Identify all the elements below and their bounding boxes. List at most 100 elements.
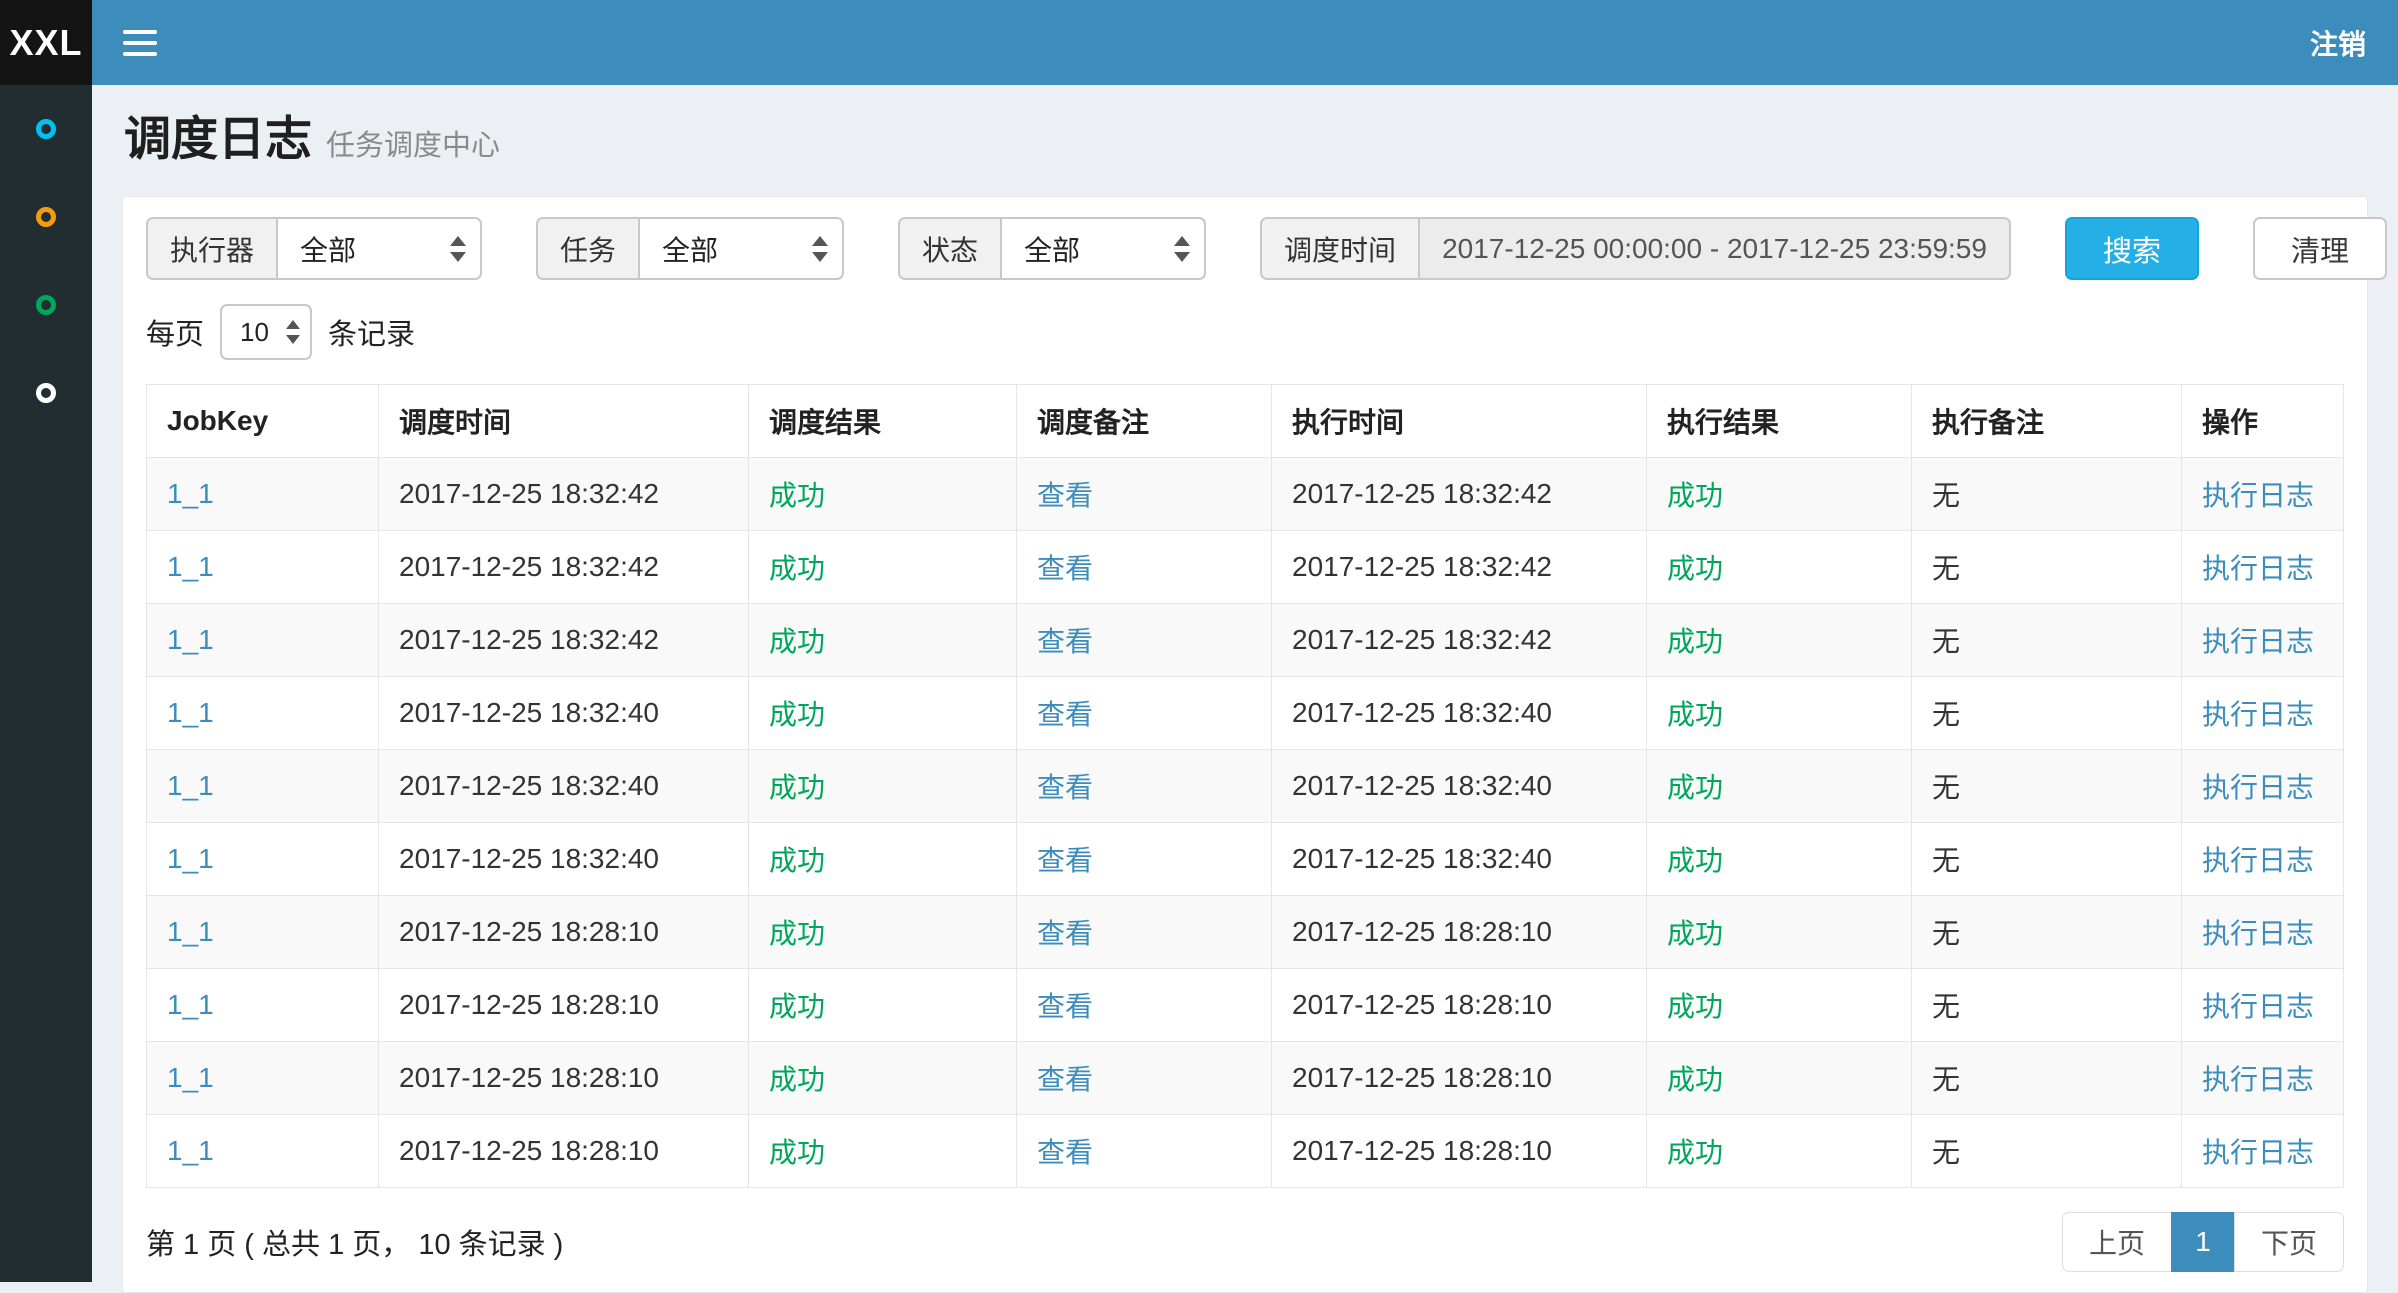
table-cell: 执行日志 bbox=[2182, 1115, 2344, 1188]
handle-time: 2017-12-25 18:32:42 bbox=[1292, 624, 1552, 655]
view-trigger-msg-link[interactable]: 查看 bbox=[1037, 699, 1093, 730]
table-cell: 执行日志 bbox=[2182, 750, 2344, 823]
exec-log-link[interactable]: 执行日志 bbox=[2202, 553, 2314, 584]
trigger-time: 2017-12-25 18:32:40 bbox=[399, 843, 659, 874]
trigger-time: 2017-12-25 18:32:42 bbox=[399, 478, 659, 509]
sidebar-item-1[interactable] bbox=[0, 85, 92, 173]
page-1-button[interactable]: 1 bbox=[2171, 1212, 2235, 1272]
column-header-handle-time: 执行时间 bbox=[1272, 385, 1647, 458]
filter-job-value: 全部 bbox=[662, 229, 718, 269]
table-cell: 成功 bbox=[749, 531, 1017, 604]
handle-msg: 无 bbox=[1932, 699, 1960, 730]
jobkey-link[interactable]: 1_1 bbox=[167, 770, 214, 801]
table-row: 1_12017-12-25 18:32:40成功查看2017-12-25 18:… bbox=[147, 823, 2344, 896]
jobkey-link[interactable]: 1_1 bbox=[167, 478, 214, 509]
jobkey-link[interactable]: 1_1 bbox=[167, 1062, 214, 1093]
filter-status: 状态 全部 bbox=[898, 217, 1206, 280]
prev-page-button[interactable]: 上页 bbox=[2062, 1212, 2172, 1272]
column-header-trigger-result: 调度结果 bbox=[749, 385, 1017, 458]
jobkey-link[interactable]: 1_1 bbox=[167, 989, 214, 1020]
table-row: 1_12017-12-25 18:28:10成功查看2017-12-25 18:… bbox=[147, 1115, 2344, 1188]
table-cell: 查看 bbox=[1017, 969, 1272, 1042]
view-trigger-msg-link[interactable]: 查看 bbox=[1037, 1064, 1093, 1095]
exec-log-link[interactable]: 执行日志 bbox=[2202, 845, 2314, 876]
view-trigger-msg-link[interactable]: 查看 bbox=[1037, 553, 1093, 584]
table-cell: 成功 bbox=[1647, 1042, 1912, 1115]
sidebar-item-4[interactable] bbox=[0, 349, 92, 437]
filter-executor-select[interactable]: 全部 bbox=[276, 217, 482, 280]
handle-msg: 无 bbox=[1932, 480, 1960, 511]
clear-button[interactable]: 清理 bbox=[2253, 217, 2387, 280]
filter-trigger-time-label: 调度时间 bbox=[1260, 217, 1418, 280]
table-cell: 成功 bbox=[749, 896, 1017, 969]
handle-result: 成功 bbox=[1667, 1064, 1723, 1095]
filter-status-label: 状态 bbox=[898, 217, 1000, 280]
page-title: 调度日志 任务调度中心 bbox=[124, 111, 2366, 174]
table-cell: 2017-12-25 18:32:40 bbox=[379, 750, 749, 823]
exec-log-link[interactable]: 执行日志 bbox=[2202, 772, 2314, 803]
filter-status-select[interactable]: 全部 bbox=[1000, 217, 1206, 280]
trigger-result: 成功 bbox=[769, 1064, 825, 1095]
filter-status-value: 全部 bbox=[1024, 229, 1080, 269]
table-cell: 2017-12-25 18:28:10 bbox=[1272, 1115, 1647, 1188]
table-cell: 无 bbox=[1912, 677, 2182, 750]
table-cell: 2017-12-25 18:32:40 bbox=[1272, 677, 1647, 750]
table-row: 1_12017-12-25 18:28:10成功查看2017-12-25 18:… bbox=[147, 1042, 2344, 1115]
exec-log-link[interactable]: 执行日志 bbox=[2202, 626, 2314, 657]
sidebar-menu bbox=[0, 85, 92, 437]
filter-job-select[interactable]: 全部 bbox=[638, 217, 844, 280]
exec-log-link[interactable]: 执行日志 bbox=[2202, 480, 2314, 511]
sidebar-item-3[interactable] bbox=[0, 261, 92, 349]
exec-log-link[interactable]: 执行日志 bbox=[2202, 918, 2314, 949]
table-cell: 2017-12-25 18:28:10 bbox=[1272, 896, 1647, 969]
view-trigger-msg-link[interactable]: 查看 bbox=[1037, 918, 1093, 949]
view-trigger-msg-link[interactable]: 查看 bbox=[1037, 991, 1093, 1022]
filter-executor-value: 全部 bbox=[300, 229, 356, 269]
view-trigger-msg-link[interactable]: 查看 bbox=[1037, 626, 1093, 657]
jobkey-link[interactable]: 1_1 bbox=[167, 1135, 214, 1166]
select-stepper-icon bbox=[812, 236, 828, 262]
app-logo-text: XXL bbox=[9, 22, 82, 64]
jobkey-link[interactable]: 1_1 bbox=[167, 551, 214, 582]
exec-log-link[interactable]: 执行日志 bbox=[2202, 699, 2314, 730]
table-cell: 1_1 bbox=[147, 1042, 379, 1115]
table-cell: 1_1 bbox=[147, 677, 379, 750]
handle-time: 2017-12-25 18:32:42 bbox=[1292, 478, 1552, 509]
table-cell: 2017-12-25 18:28:10 bbox=[379, 969, 749, 1042]
exec-log-link[interactable]: 执行日志 bbox=[2202, 1064, 2314, 1095]
table-cell: 成功 bbox=[1647, 677, 1912, 750]
table-cell: 执行日志 bbox=[2182, 531, 2344, 604]
handle-msg: 无 bbox=[1932, 626, 1960, 657]
select-stepper-icon bbox=[450, 236, 466, 262]
next-page-button[interactable]: 下页 bbox=[2234, 1212, 2344, 1272]
view-trigger-msg-link[interactable]: 查看 bbox=[1037, 772, 1093, 803]
handle-time: 2017-12-25 18:28:10 bbox=[1292, 1135, 1552, 1166]
view-trigger-msg-link[interactable]: 查看 bbox=[1037, 845, 1093, 876]
trigger-time-range-input[interactable]: 2017-12-25 00:00:00 - 2017-12-25 23:59:5… bbox=[1418, 217, 2011, 280]
table-cell: 2017-12-25 18:32:42 bbox=[379, 531, 749, 604]
search-button[interactable]: 搜索 bbox=[2065, 217, 2199, 280]
table-cell: 查看 bbox=[1017, 823, 1272, 896]
exec-log-link[interactable]: 执行日志 bbox=[2202, 1137, 2314, 1168]
table-cell: 无 bbox=[1912, 969, 2182, 1042]
table-cell: 查看 bbox=[1017, 896, 1272, 969]
handle-msg: 无 bbox=[1932, 991, 1960, 1022]
sidebar-item-2[interactable] bbox=[0, 173, 92, 261]
jobkey-link[interactable]: 1_1 bbox=[167, 916, 214, 947]
view-trigger-msg-link[interactable]: 查看 bbox=[1037, 480, 1093, 511]
table-cell: 执行日志 bbox=[2182, 969, 2344, 1042]
table-cell: 无 bbox=[1912, 531, 2182, 604]
jobkey-link[interactable]: 1_1 bbox=[167, 843, 214, 874]
table-row: 1_12017-12-25 18:32:42成功查看2017-12-25 18:… bbox=[147, 531, 2344, 604]
logout-link[interactable]: 注销 bbox=[2278, 23, 2398, 63]
trigger-result: 成功 bbox=[769, 772, 825, 803]
app-logo[interactable]: XXL bbox=[0, 0, 92, 85]
page-size-select[interactable]: 10 bbox=[220, 304, 312, 360]
jobkey-link[interactable]: 1_1 bbox=[167, 624, 214, 655]
jobkey-link[interactable]: 1_1 bbox=[167, 697, 214, 728]
table-cell: 成功 bbox=[1647, 750, 1912, 823]
view-trigger-msg-link[interactable]: 查看 bbox=[1037, 1137, 1093, 1168]
exec-log-link[interactable]: 执行日志 bbox=[2202, 991, 2314, 1022]
filter-executor-label: 执行器 bbox=[146, 217, 276, 280]
sidebar-toggle-button[interactable] bbox=[92, 0, 188, 85]
